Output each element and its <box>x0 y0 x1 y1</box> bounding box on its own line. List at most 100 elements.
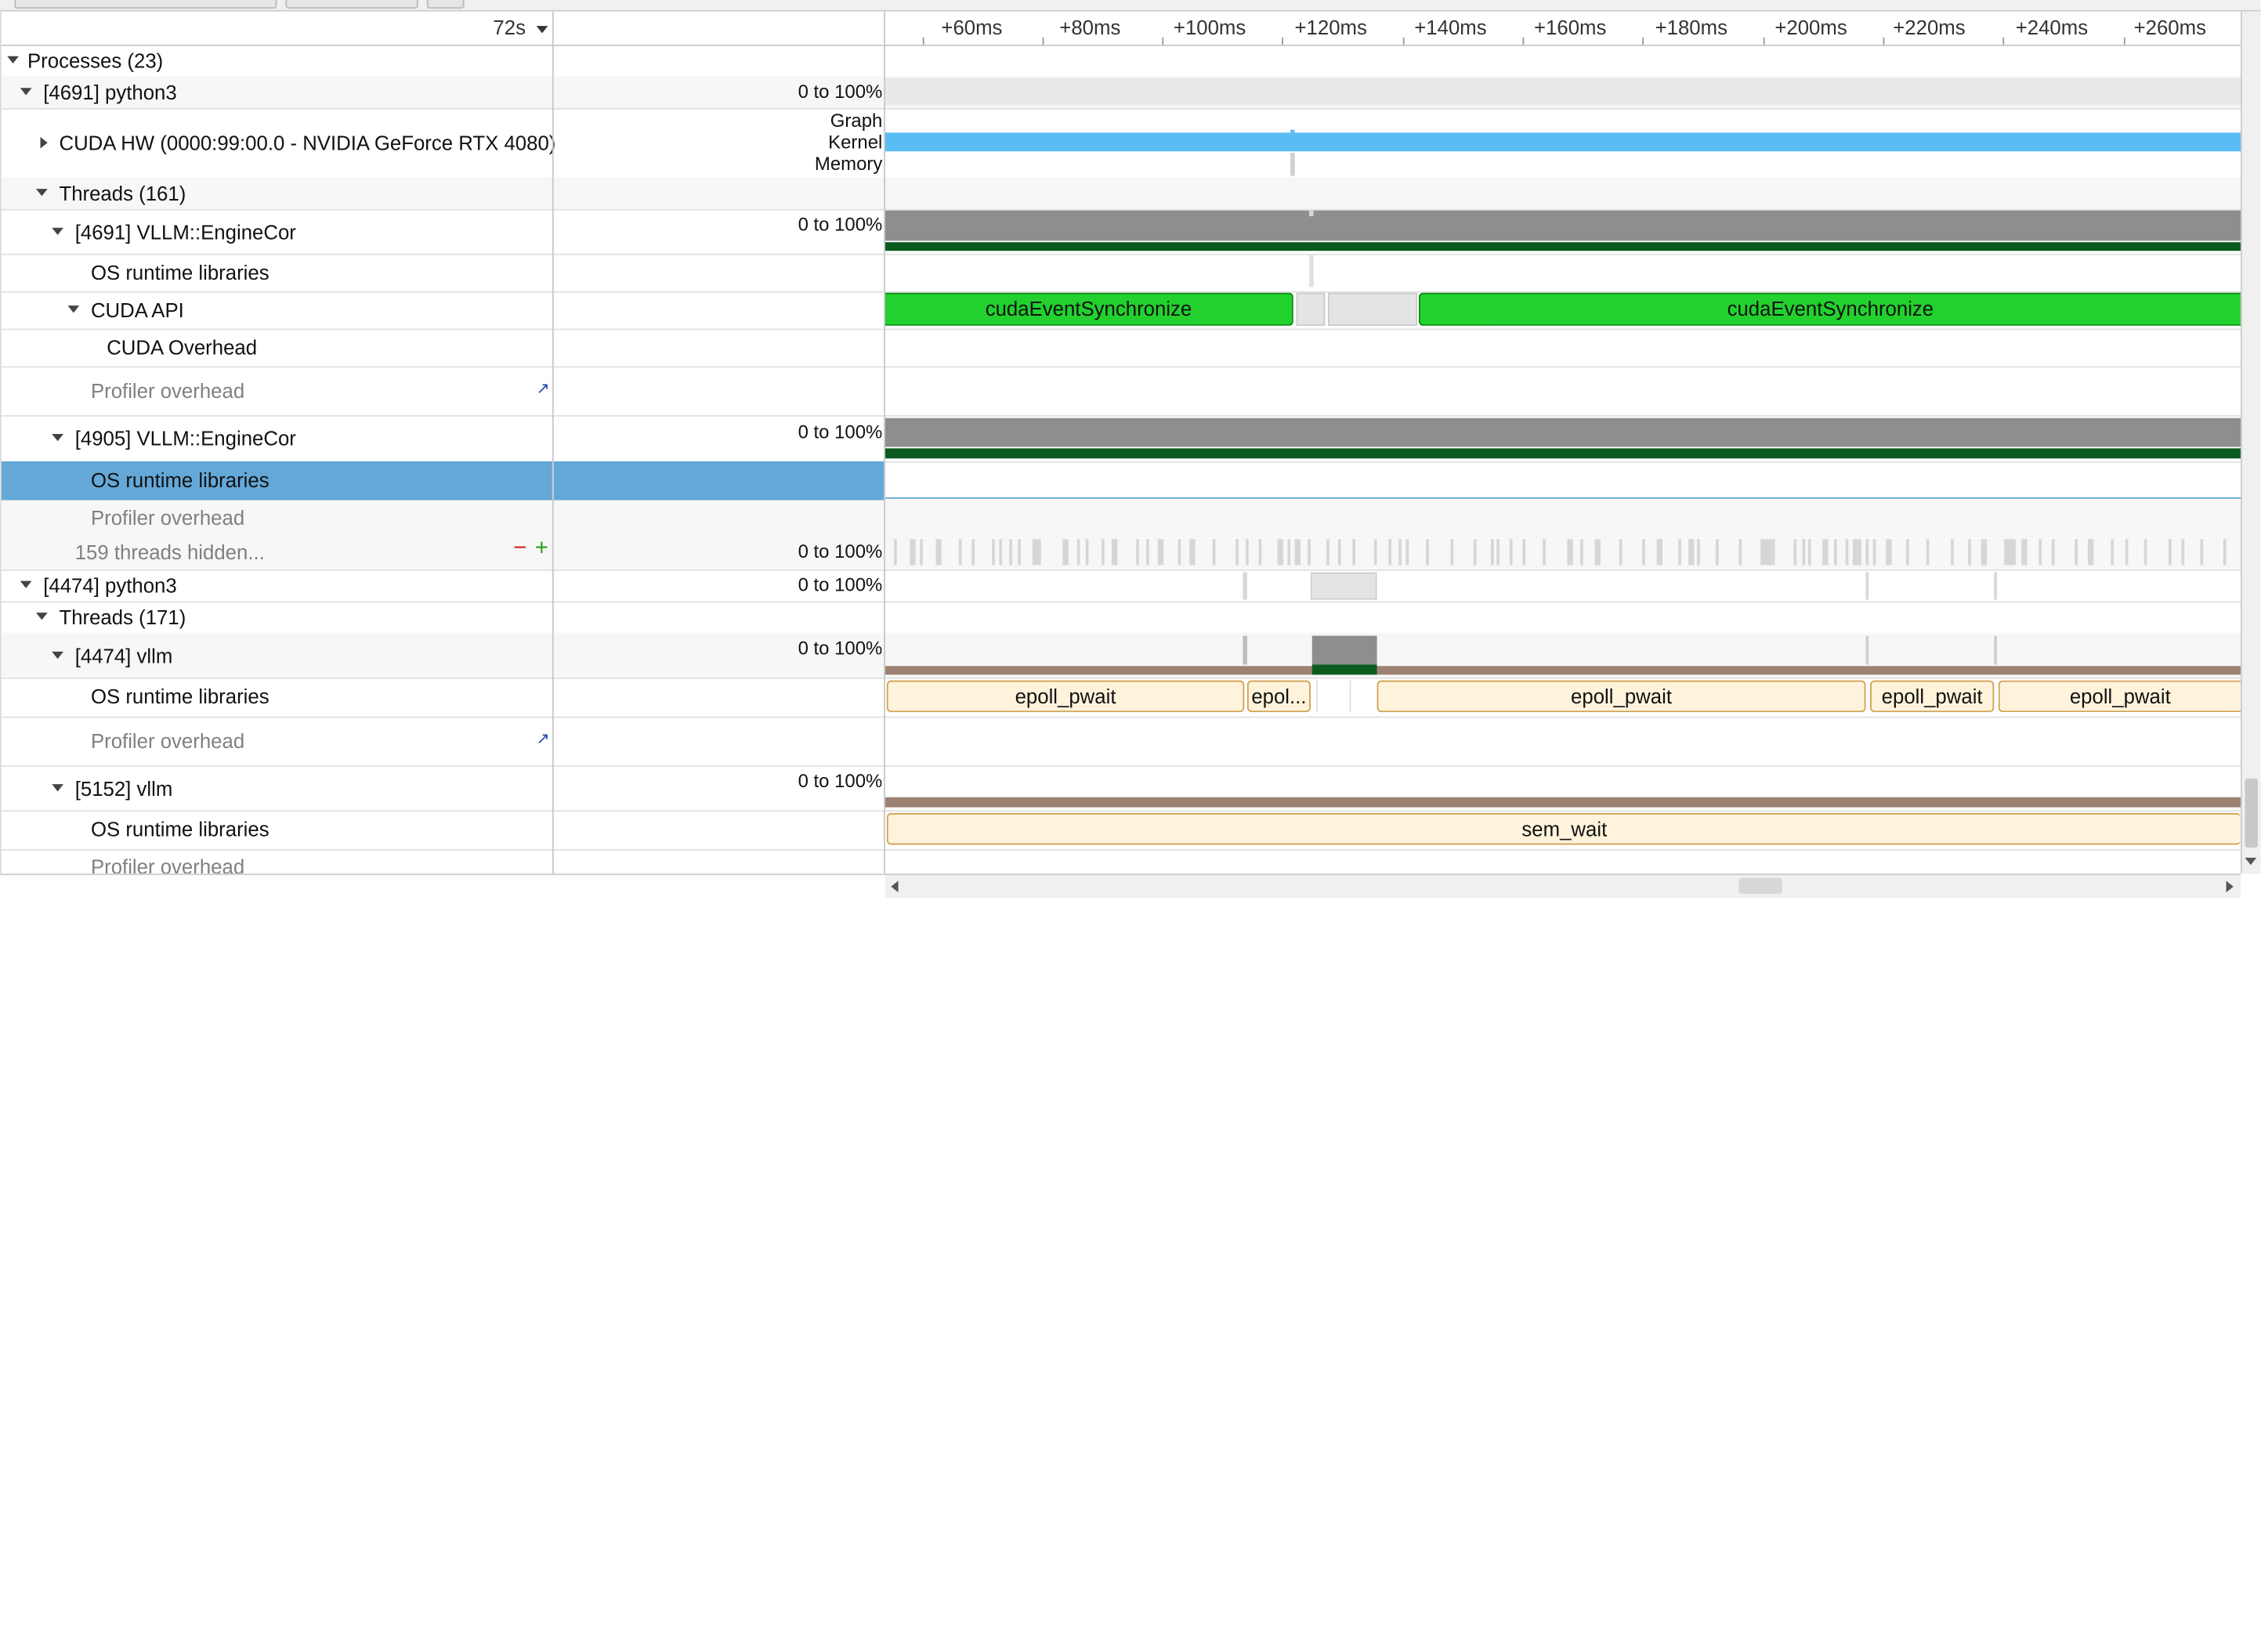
profiler-overhead-row[interactable]: Profiler overhead ↗ <box>0 717 2241 768</box>
collapse-icon[interactable] <box>52 784 63 792</box>
hidden-threads-row[interactable]: 159 threads hidden... − + 0 to 100% <box>0 536 2241 571</box>
scroll-down-icon[interactable] <box>2245 858 2257 866</box>
column-divider[interactable] <box>552 11 554 874</box>
horizontal-scroll-thumb[interactable] <box>1738 877 1782 895</box>
graph-label: Graph <box>830 109 883 132</box>
minus-icon[interactable]: − <box>513 537 526 562</box>
row-label: OS runtime libraries <box>90 261 270 284</box>
hidden-threads-lane[interactable] <box>885 537 2241 569</box>
activity-tick <box>1688 539 1695 566</box>
link-icon[interactable]: ↗ <box>537 729 550 748</box>
os-runtime-row-selected[interactable]: OS runtime libraries <box>0 461 2241 502</box>
scroll-right-icon[interactable] <box>2226 880 2234 893</box>
vertical-scrollbar[interactable] <box>2240 11 2261 874</box>
cuda-hw-row[interactable]: CUDA HW (0000:99:00.0 - NVIDIA GeForce R… <box>0 108 2241 179</box>
row-label: Profiler overhead <box>90 505 245 530</box>
threads-group-row[interactable]: Threads (161) <box>0 177 2241 211</box>
collapse-icon[interactable] <box>36 189 48 197</box>
collapse-icon[interactable] <box>20 88 32 96</box>
profiler-overhead-row[interactable]: Profiler overhead <box>0 849 2241 873</box>
activity-tick <box>1716 539 1719 566</box>
activity-tick <box>1352 539 1355 566</box>
link-icon[interactable]: ↗ <box>537 379 550 398</box>
activity-tick <box>2181 539 2185 566</box>
activity-tick <box>1178 539 1181 566</box>
activity-tick <box>1793 539 1797 566</box>
collapse-icon[interactable] <box>52 651 63 660</box>
cuda-hw-lane[interactable] <box>885 108 2241 177</box>
activity-tick <box>1543 539 1546 566</box>
cuda-event-block[interactable]: cudaEventSynchronize <box>885 292 1293 326</box>
collapse-icon[interactable] <box>52 433 63 442</box>
activity-tick <box>1426 539 1429 566</box>
epoll-block[interactable]: epoll_pwait <box>1376 680 1866 713</box>
expand-icon[interactable] <box>40 136 48 149</box>
collapse-icon[interactable] <box>52 227 63 235</box>
sem-wait-block[interactable]: sem_wait <box>886 812 2241 845</box>
cuda-api-row[interactable]: CUDA API cudaEventSynchronize cudaEventS… <box>0 291 2241 331</box>
os-runtime-row[interactable]: OS runtime libraries epoll_pwait epol...… <box>0 678 2241 718</box>
activity-tick <box>1852 539 1859 566</box>
thread-lane[interactable] <box>885 415 2241 461</box>
activity-tick <box>1102 539 1105 566</box>
activity-tick <box>1766 539 1772 566</box>
epoll-block[interactable]: epoll_pwait <box>1998 680 2241 713</box>
zoom-dropdown-icon[interactable] <box>536 26 548 34</box>
collapse-icon[interactable] <box>67 305 80 313</box>
os-runtime-lane[interactable]: sem_wait <box>885 810 2241 849</box>
activity-tick <box>1678 539 1681 566</box>
row-label: Threads (161) <box>59 181 186 205</box>
profiler-overhead-row[interactable]: Profiler overhead ↗ <box>0 366 2241 417</box>
ruler-tick: +140ms <box>1414 16 1487 39</box>
vertical-scroll-thumb[interactable] <box>2245 778 2259 848</box>
thread-row-4691[interactable]: [4691] VLLM::EngineCor 0 to 100% <box>0 209 2241 255</box>
thread-row-4474[interactable]: [4474] vllm 0 to 100% <box>0 632 2241 679</box>
processes-row[interactable]: Processes (23) <box>0 45 2241 78</box>
activity-tick <box>1157 539 1164 566</box>
kernel-bar[interactable] <box>885 132 2241 152</box>
epoll-block[interactable]: epoll_pwait <box>1869 680 1995 713</box>
activity-tick <box>1373 539 1377 566</box>
process-lane[interactable] <box>885 77 2241 108</box>
collapse-icon[interactable] <box>36 613 48 620</box>
collapse-icon[interactable] <box>7 56 19 63</box>
activity-tick <box>1111 539 1118 566</box>
activity-tick <box>1388 539 1391 566</box>
os-runtime-lane[interactable]: epoll_pwait epol... epoll_pwait epoll_pw… <box>885 678 2241 717</box>
process-row-4474[interactable]: [4474] python3 0 to 100% <box>0 569 2241 603</box>
cuda-event-block[interactable]: cudaEventSynchronize <box>1418 292 2241 326</box>
ruler-tick: +60ms <box>941 16 1003 39</box>
collapse-icon[interactable] <box>20 580 32 588</box>
toolbar-button[interactable] <box>426 0 465 9</box>
epoll-block[interactable]: epoll_pwait <box>886 680 1245 713</box>
horizontal-scrollbar[interactable] <box>885 873 2241 898</box>
thread-row-4905[interactable]: [4905] VLLM::EngineCor 0 to 100% <box>0 415 2241 463</box>
thread-lane[interactable] <box>885 765 2241 810</box>
profiler-overhead-row[interactable]: Profiler overhead <box>0 500 2241 538</box>
cuda-api-lane[interactable]: cudaEventSynchronize cudaEventSynchroniz… <box>885 291 2241 329</box>
zoom-label[interactable]: 72s <box>493 16 526 38</box>
os-runtime-row[interactable]: OS runtime libraries <box>0 254 2241 293</box>
activity-tick <box>2087 539 2094 566</box>
activity-tick <box>1580 539 1583 566</box>
os-runtime-row[interactable]: OS runtime libraries sem_wait <box>0 810 2241 851</box>
process-row-4691[interactable]: [4691] python3 0 to 100% <box>0 76 2241 110</box>
row-label: CUDA Overhead <box>107 335 258 360</box>
activity-tick <box>1619 539 1622 566</box>
thread-row-5152[interactable]: [5152] vllm 0 to 100% <box>0 765 2241 812</box>
scroll-left-icon[interactable] <box>891 880 899 893</box>
epoll-block[interactable]: epol... <box>1246 680 1311 713</box>
thread-lane[interactable] <box>885 633 2241 678</box>
cuda-overhead-row[interactable]: CUDA Overhead <box>0 329 2241 368</box>
activity-tick <box>1968 539 1971 566</box>
plus-icon[interactable]: + <box>535 537 548 562</box>
thread-lane[interactable] <box>885 209 2241 254</box>
activity-tick <box>1398 539 1402 566</box>
row-label: [4905] VLLM::EngineCor <box>74 426 296 450</box>
time-ruler[interactable]: +60ms +80ms +100ms +120ms +140ms +160ms … <box>885 12 2241 45</box>
toolbar-button[interactable] <box>285 0 418 9</box>
toolbar-button[interactable] <box>14 0 277 9</box>
threads-group-row[interactable]: Threads (171) <box>0 601 2241 634</box>
column-divider[interactable] <box>884 11 886 874</box>
activity-tick <box>1522 539 1526 566</box>
